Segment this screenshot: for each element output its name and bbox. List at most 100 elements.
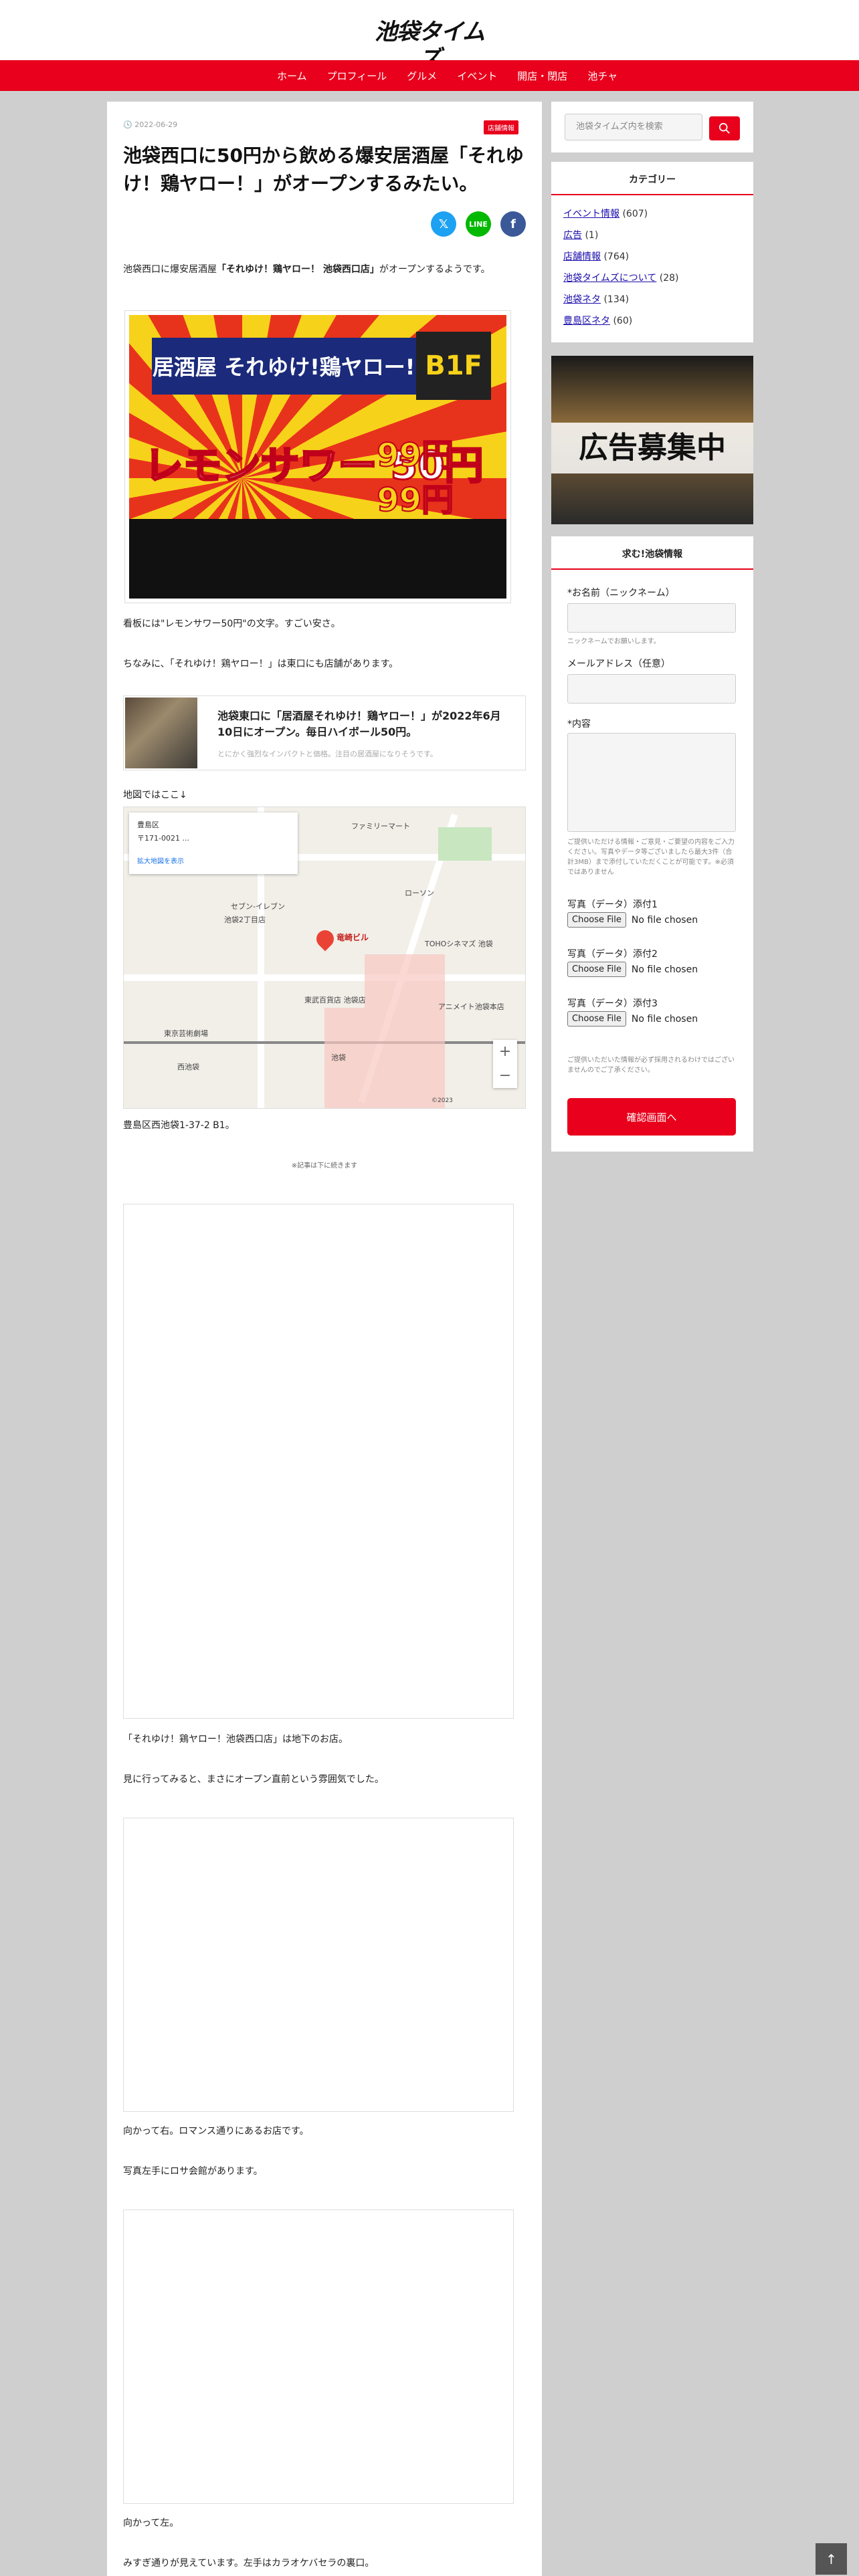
related-post-card[interactable]: 池袋東口に「居酒屋それゆけ！鶏ヤロー！」が2022年6月10日にオープン。毎日ハ… [123,695,526,770]
twitter-share-icon[interactable]: 𝕏 [431,211,456,237]
category-widget: カテゴリー イベント情報 (607) 広告 (1) 店舗情報 (764) 池袋タ… [551,162,753,342]
sign-paragraph: 看板には"レモンサワー50円"の文字。すごい安さ。 [123,619,341,629]
share-buttons: 𝕏 LINE f [431,211,526,237]
map-info-name: 豊島区 [137,821,159,829]
name-hint: ニックネームでお願いします。 [567,638,660,645]
post-date: 🕓 2022-06-29 [123,120,178,129]
choose-file-button-2[interactable]: Choose File [567,962,626,977]
nav-item-profile[interactable]: プロフィール [327,69,387,83]
map-label-3: 池袋2丁目店 [224,916,266,924]
file-status-3: No file chosen [631,1013,698,1025]
file-label-3: 写真（データ）添付3 [567,998,658,1009]
nav-item-home[interactable]: ホーム [277,69,307,83]
content-label: *内容 [567,719,591,730]
category-item: 店舗情報 (764) [563,246,741,267]
choose-file-button-3[interactable]: Choose File [567,1011,626,1027]
sign-price-a: 99円 [376,436,454,475]
map-label-2: セブン-イレブン [231,902,285,911]
form-title: 求む!池袋情報 [551,536,753,570]
google-map[interactable]: ファミリーマート セブン-イレブン 池袋2丁目店 ローソン TOHOシネマズ 池… [123,807,526,1109]
nav-item-event[interactable]: イベント [457,69,497,83]
map-pin-label: 竜崎ビル [337,933,369,942]
category-count: (607) [622,209,648,219]
content-textarea[interactable] [567,733,736,832]
search-widget: 池袋タイムズ内を検索 [551,102,753,152]
zoom-out-button[interactable]: − [493,1064,517,1088]
main-nav: ホーム プロフィール グルメ イベント 開店・閉店 池チャ [0,60,859,91]
related-post-title: 池袋東口に「居酒屋それゆけ！鶏ヤロー！」が2022年6月10日にオープン。毎日ハ… [217,710,501,738]
map-label-4: ローソン [405,889,434,897]
category-item: 池袋タイムズについて (28) [563,267,741,289]
category-count: (134) [603,294,630,305]
map-info-card: 豊島区 〒171-0021 ... 拡大地図を表示 [129,813,298,874]
category-link-event[interactable]: イベント情報 [563,209,619,219]
file-status-2: No file chosen [631,964,698,975]
email-label: メールアドレス（任意） [567,659,670,669]
post-title: 池袋西口に50円から飲める爆安居酒屋「それゆけ！鶏ヤロー！」がオープンするみたい… [123,144,524,195]
basement-paragraph: 「それゆけ！鶏ヤロー！池袋西口店」は地下のお店。 [123,1734,348,1745]
sign-floor-text: B1F [415,332,492,401]
form-notice: ご提供いただいた情報が必ず採用されるわけではございませんのでご了承ください。 [567,1057,735,1074]
content-hint: ご提供いただける情報・ご意見・ご要望の内容をご入力ください。写真やデータ等ござい… [567,839,735,876]
category-link-ikebukuro[interactable]: 池袋ネタ [563,294,601,305]
category-count: (1) [585,230,599,241]
east-store-paragraph: ちなみに、「それゆけ！鶏ヤロー！」は東口にも店舗があります。 [123,659,399,669]
file-label-2: 写真（データ）添付2 [567,949,658,960]
map-label-7: 池袋 [331,1053,346,1062]
category-item: 豊島区ネタ (60) [563,310,741,332]
sign-price-b: 99円 [376,481,454,520]
looked-paragraph: 見に行ってみると、まさにオープン直前という雰囲気でした。 [123,1774,384,1785]
article: 🕓 2022-06-29 店舗情報 池袋西口に50円から飲める爆安居酒屋「それゆ… [107,102,542,2576]
ad-banner[interactable]: 広告募集中 [551,356,753,524]
intro-paragraph: 池袋西口に爆安居酒屋「それゆけ！鶏ヤロー！ 池袋西口店」がオープンするようです。 [123,262,524,277]
category-badge[interactable]: 店舗情報 [484,120,518,134]
file-status-1: No file chosen [631,914,698,926]
category-count: (28) [659,273,679,284]
map-info-postal: 〒171-0021 ... [137,834,189,843]
nav-item-open-close[interactable]: 開店・閉店 [517,69,567,83]
right-paragraph: 向かって右。ロマンス通りにあるお店です。 [123,2126,309,2137]
category-link-shop[interactable]: 店舗情報 [563,251,601,262]
file-label-1: 写真（データ）添付1 [567,899,658,910]
map-label-1: ファミリーマート [351,822,410,831]
intro-pre: 池袋西口に爆安居酒屋 [123,264,217,275]
map-label-9: 東京芸術劇場 [164,1029,208,1038]
line-share-icon[interactable]: LINE [466,211,491,237]
category-item: 広告 (1) [563,225,741,246]
nav-item-gourmet[interactable]: グルメ [407,69,437,83]
sign-band-text: 居酒屋 それゆけ!鶏ヤロー! [151,337,416,395]
map-label-6: 東武百貨店 池袋店 [304,996,366,1004]
article-image-placeholder [123,2210,514,2504]
related-post-thumbnail [125,697,197,768]
search-button[interactable] [709,116,740,140]
site-logo[interactable]: 池袋タイムズ [367,19,492,72]
map-zoom-controls: + − [493,1040,517,1088]
category-link-toshima[interactable]: 豊島区ネタ [563,316,610,326]
category-item: 池袋ネタ (134) [563,289,741,310]
confirm-button[interactable]: 確認画面へ [567,1098,736,1136]
left-photo-paragraph: 写真左手にロサ会館があります。 [123,2166,263,2177]
category-link-ad[interactable]: 広告 [563,230,582,241]
related-post-desc: とにかく強烈なインパクトと価格。注目の居酒屋になりそうです。 [217,750,438,758]
email-field[interactable] [567,674,736,704]
map-label-10: アニメイト池袋本店 [438,1002,504,1011]
left-paragraph: 向かって左。 [123,2518,179,2529]
nav-item-ikecha[interactable]: 池チャ [587,69,617,83]
zoom-in-button[interactable]: + [493,1040,517,1064]
search-input[interactable]: 池袋タイムズ内を検索 [565,114,702,140]
post-date-text: 2022-06-29 [134,120,178,129]
map-label-5: TOHOシネマズ 池袋 [425,940,493,948]
file-input-3: Choose File No file chosen [567,1011,698,1027]
map-enlarge-link[interactable]: 拡大地図を表示 [137,855,290,865]
ad-banner-text: 広告募集中 [551,423,753,473]
category-link-about[interactable]: 池袋タイムズについて [563,273,656,284]
choose-file-button-1[interactable]: Choose File [567,912,626,928]
category-item: イベント情報 (607) [563,203,741,225]
map-pin-icon[interactable] [312,926,338,952]
facebook-share-icon[interactable]: f [500,211,526,237]
intro-shop-name: 「それゆけ！鶏ヤロー！ 池袋西口店」 [217,264,379,275]
name-field[interactable] [567,603,736,633]
article-image-placeholder [123,1818,514,2112]
scroll-to-top-button[interactable]: ↑ [816,2543,847,2575]
site-header: 池袋タイムズ [0,0,859,72]
